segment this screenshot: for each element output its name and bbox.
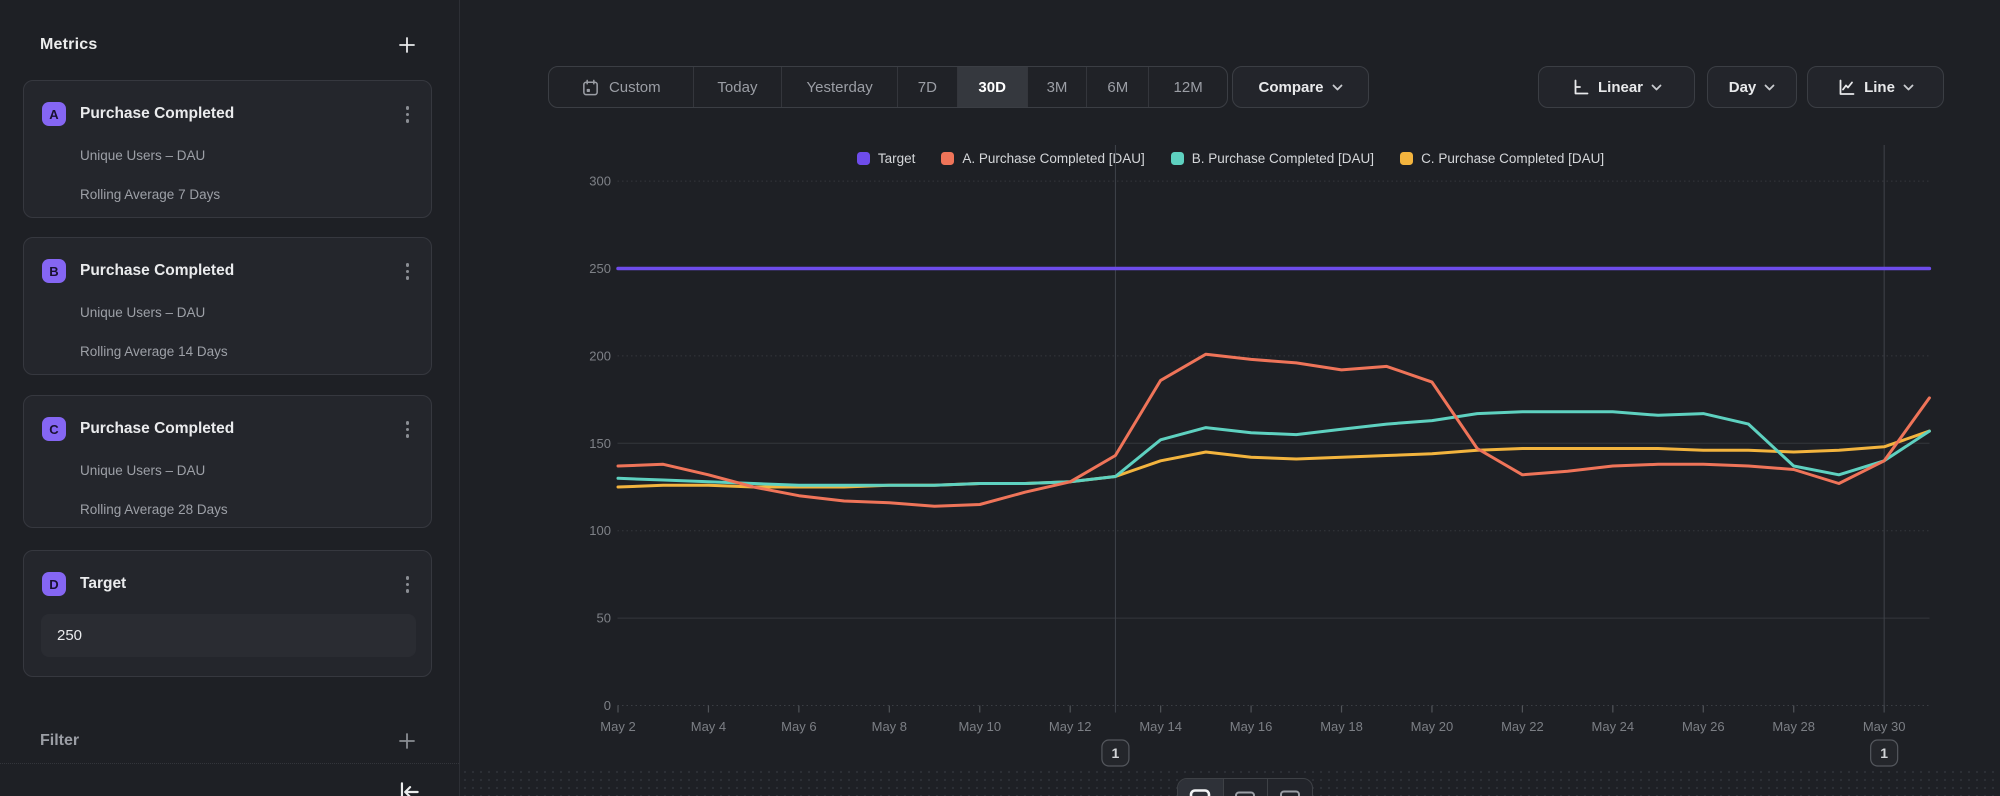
chart-view-icon xyxy=(1189,788,1211,796)
x-axis-label: May 28 xyxy=(1772,719,1815,734)
metric-badge-c: C xyxy=(42,417,66,441)
metric-menu-button[interactable] xyxy=(402,102,414,127)
x-axis-label: May 30 xyxy=(1863,719,1906,734)
x-axis-label: May 26 xyxy=(1682,719,1725,734)
x-axis-label: May 18 xyxy=(1320,719,1363,734)
metric-badge-a: A xyxy=(42,102,66,126)
x-axis-label: May 8 xyxy=(872,719,907,734)
y-axis-label: 50 xyxy=(597,611,611,626)
metric-measure[interactable]: Unique Users – DAU xyxy=(80,146,413,166)
x-axis-label: May 6 xyxy=(781,719,816,734)
view-toggle-chart[interactable] xyxy=(1178,779,1223,796)
split-view-icon xyxy=(1234,788,1256,796)
metric-menu-button[interactable] xyxy=(402,417,414,442)
filter-header: Filter xyxy=(40,727,419,755)
x-axis-label: May 10 xyxy=(958,719,1001,734)
metric-card-b[interactable]: B Purchase Completed Unique Users – DAU … xyxy=(23,237,432,375)
y-axis-label: 0 xyxy=(604,698,611,713)
y-axis-label: 150 xyxy=(589,436,611,451)
metric-badge-d: D xyxy=(42,572,66,596)
add-metric-button[interactable] xyxy=(395,33,419,57)
sidebar-divider xyxy=(0,763,459,764)
y-axis-label: 300 xyxy=(589,174,611,189)
metric-title: Purchase Completed xyxy=(80,420,402,438)
view-toggle-control xyxy=(1177,778,1313,796)
x-axis-label: May 20 xyxy=(1411,719,1454,734)
x-axis-label: May 24 xyxy=(1592,719,1635,734)
series-line-b-purchase-completed-dau xyxy=(618,412,1929,486)
plus-icon xyxy=(397,731,417,751)
metrics-line-chart: 0 50 100 150 200 250 300 May 2 May 4 May 6 May 8 Ma… xyxy=(461,0,2000,796)
chart-panel: Custom Today Yesterday 7D 30D 3M 6M 12M … xyxy=(461,0,2000,796)
view-toggle-table[interactable] xyxy=(1267,779,1312,796)
annotation-badge-label: 1 xyxy=(1112,745,1120,761)
target-value-input[interactable] xyxy=(41,614,416,657)
metric-menu-button[interactable] xyxy=(402,259,414,284)
metric-transform[interactable]: Rolling Average 14 Days xyxy=(80,342,413,362)
metric-transform[interactable]: Rolling Average 7 Days xyxy=(80,185,413,205)
target-title: Target xyxy=(80,575,402,593)
table-view-icon xyxy=(1279,788,1301,796)
x-axis-label: May 4 xyxy=(691,719,726,734)
plus-icon xyxy=(397,35,417,55)
series-line-c-purchase-completed-dau xyxy=(618,431,1929,487)
view-toggle-split[interactable] xyxy=(1223,779,1268,796)
annotation-badge-label: 1 xyxy=(1880,745,1888,761)
metric-card-c[interactable]: C Purchase Completed Unique Users – DAU … xyxy=(23,395,432,528)
y-axis-label: 200 xyxy=(589,348,611,363)
x-axis-label: May 2 xyxy=(600,719,635,734)
x-axis-label: May 16 xyxy=(1230,719,1273,734)
analytics-dashboard: Metrics A Purchase Completed Unique User… xyxy=(0,0,2000,796)
metrics-sidebar: Metrics A Purchase Completed Unique User… xyxy=(0,0,460,796)
x-axis-label: May 22 xyxy=(1501,719,1544,734)
filter-title: Filter xyxy=(40,732,79,750)
series-line-a-purchase-completed-dau xyxy=(618,354,1929,506)
metric-measure[interactable]: Unique Users – DAU xyxy=(80,461,413,481)
x-axis-label: May 14 xyxy=(1139,719,1182,734)
target-card[interactable]: D Target xyxy=(23,550,432,677)
metric-card-a[interactable]: A Purchase Completed Unique Users – DAU … xyxy=(23,80,432,218)
y-axis-label: 100 xyxy=(589,523,611,538)
collapse-sidebar-button[interactable] xyxy=(396,779,422,796)
metric-measure[interactable]: Unique Users – DAU xyxy=(80,303,413,323)
metrics-title: Metrics xyxy=(40,36,97,54)
target-menu-button[interactable] xyxy=(402,572,414,597)
metric-title: Purchase Completed xyxy=(80,105,402,123)
metric-title: Purchase Completed xyxy=(80,262,402,280)
metrics-header: Metrics xyxy=(40,31,419,59)
x-axis-label: May 12 xyxy=(1049,719,1092,734)
metric-transform[interactable]: Rolling Average 28 Days xyxy=(80,500,413,520)
collapse-left-icon xyxy=(396,779,422,796)
add-filter-button[interactable] xyxy=(395,729,419,753)
y-axis-label: 250 xyxy=(589,261,611,276)
metric-badge-b: B xyxy=(42,259,66,283)
